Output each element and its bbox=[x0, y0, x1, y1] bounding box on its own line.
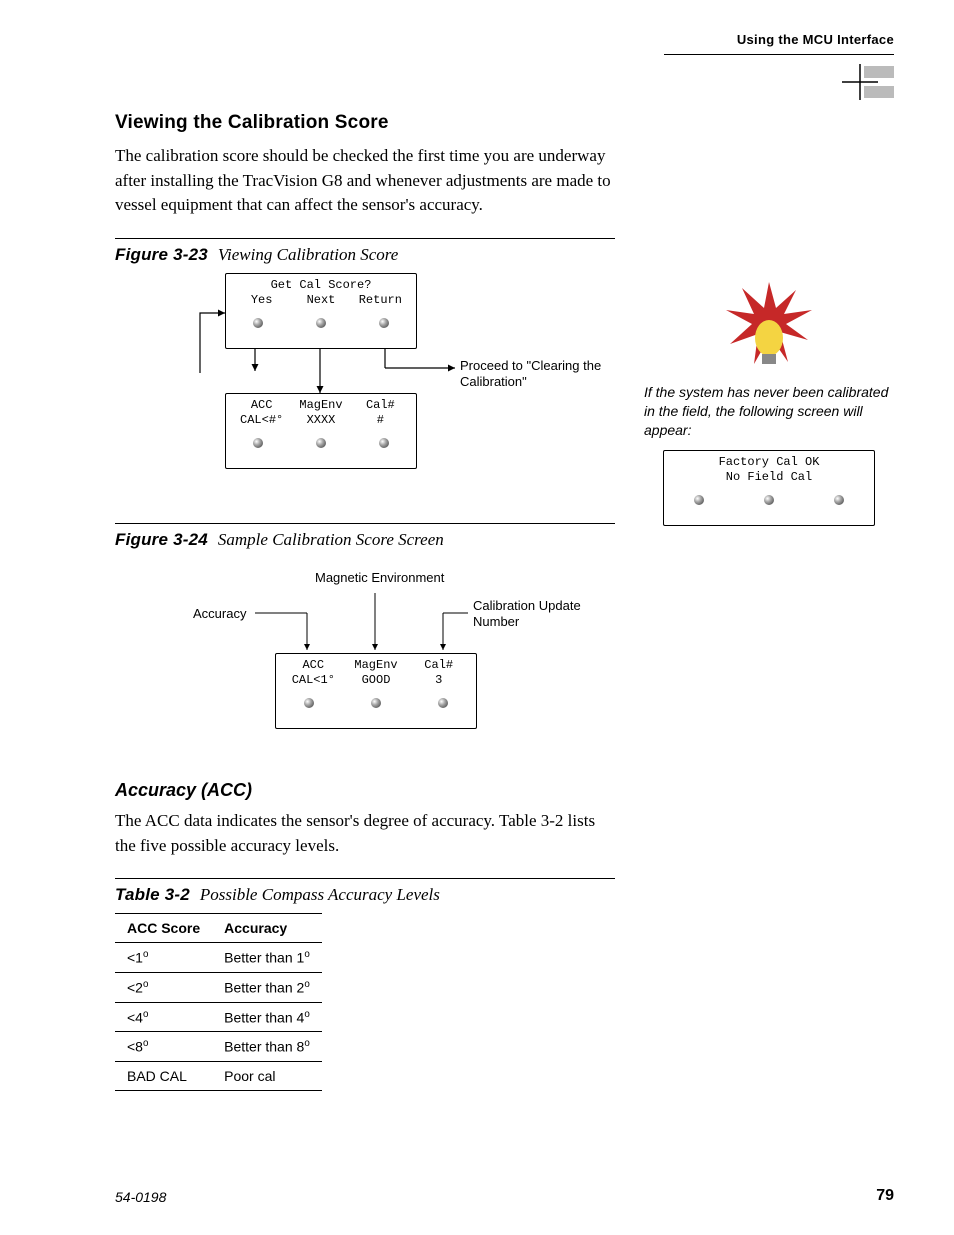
running-header: Using the MCU Interface bbox=[737, 32, 894, 47]
table-cell-score: <1o bbox=[115, 943, 212, 973]
lcd-text: Return bbox=[351, 293, 410, 308]
knob-icon bbox=[371, 698, 381, 708]
figure-24-caption: Figure 3-24 Sample Calibration Score Scr… bbox=[115, 530, 615, 550]
knob-icon bbox=[694, 495, 704, 505]
section-title: Viewing the Calibration Score bbox=[115, 112, 615, 134]
table-cell-accuracy: Better than 4o bbox=[212, 1002, 322, 1032]
lcd-text: Cal# bbox=[407, 658, 470, 673]
table-cell-score: <8o bbox=[115, 1032, 212, 1062]
footer-page: 79 bbox=[876, 1187, 894, 1205]
footer-docnum: 54-0198 bbox=[115, 1189, 166, 1205]
accuracy-heading: Accuracy (ACC) bbox=[115, 780, 615, 801]
lcd-text: CAL<1° bbox=[282, 673, 345, 688]
table-cell-accuracy: Better than 2o bbox=[212, 972, 322, 1002]
sidebar-tip: If the system has never been calibrated … bbox=[644, 280, 894, 526]
table-32-rule bbox=[115, 878, 615, 879]
accuracy-paragraph: The ACC data indicates the sensor's degr… bbox=[115, 809, 615, 858]
knob-icon bbox=[764, 495, 774, 505]
figure-23-title: Viewing Calibration Score bbox=[218, 245, 398, 264]
table-cell-score: <2o bbox=[115, 972, 212, 1002]
table-cell-score: <4o bbox=[115, 1002, 212, 1032]
figure-24-label-calnum: Calibration Update Number bbox=[473, 598, 603, 631]
table-row: <1oBetter than 1o bbox=[115, 943, 322, 973]
lcd-text: MagEnv bbox=[291, 398, 350, 413]
lcd-module-factory: Factory Cal OK No Field Cal bbox=[663, 450, 875, 526]
lcd-module-sample: ACC MagEnv Cal# CAL<1° GOOD 3 bbox=[275, 653, 477, 729]
figure-23: Get Cal Score? Yes Next Return bbox=[135, 273, 615, 503]
figure-23-caption: Figure 3-23 Viewing Calibration Score bbox=[115, 245, 615, 265]
lcd-text: Next bbox=[291, 293, 350, 308]
table-32-caption: Table 3-2 Possible Compass Accuracy Leve… bbox=[115, 885, 615, 905]
running-header-rule bbox=[664, 54, 894, 55]
table-row: BAD CALPoor cal bbox=[115, 1061, 322, 1090]
table-row: <4oBetter than 4o bbox=[115, 1002, 322, 1032]
figure-24-label-magenv: Magnetic Environment bbox=[315, 570, 444, 586]
lcd-text: No Field Cal bbox=[670, 470, 868, 485]
knob-icon bbox=[834, 495, 844, 505]
figure-24-label-accuracy: Accuracy bbox=[193, 606, 246, 622]
knob-icon bbox=[379, 318, 389, 328]
figure-23-label: Figure 3-23 bbox=[115, 245, 208, 264]
table-header-row: ACC Score Accuracy bbox=[115, 914, 322, 943]
lcd-module-bottom: ACC MagEnv Cal# CAL<#° XXXX # bbox=[225, 393, 417, 469]
figure-24: Accuracy Magnetic Environment Calibratio… bbox=[135, 558, 615, 758]
table-cell-score: BAD CAL bbox=[115, 1061, 212, 1090]
knob-icon bbox=[316, 318, 326, 328]
figure-24-rule bbox=[115, 523, 615, 524]
accuracy-table: ACC Score Accuracy <1oBetter than 1o<2oB… bbox=[115, 913, 322, 1091]
knob-icon bbox=[253, 318, 263, 328]
lcd-text: Get Cal Score? bbox=[232, 278, 410, 293]
figure-24-label-calnum-l2: Number bbox=[473, 614, 519, 629]
lcd-text: ACC bbox=[282, 658, 345, 673]
table-32-label: Table 3-2 bbox=[115, 885, 190, 904]
lcd-module-top: Get Cal Score? Yes Next Return bbox=[225, 273, 417, 349]
table-row: <2oBetter than 2o bbox=[115, 972, 322, 1002]
lcd-text: 3 bbox=[407, 673, 470, 688]
table-cell-accuracy: Poor cal bbox=[212, 1061, 322, 1090]
table-col-score: ACC Score bbox=[115, 914, 212, 943]
lcd-text: Yes bbox=[232, 293, 291, 308]
lcd-text: Factory Cal OK bbox=[670, 455, 868, 470]
figure-24-label: Figure 3-24 bbox=[115, 530, 208, 549]
table-row: <8oBetter than 8o bbox=[115, 1032, 322, 1062]
figure-23-annotation: Proceed to "Clearing the Calibration" bbox=[460, 358, 610, 391]
table-col-accuracy: Accuracy bbox=[212, 914, 322, 943]
tip-text: If the system has never been calibrated … bbox=[644, 383, 894, 440]
knob-icon bbox=[316, 438, 326, 448]
lcd-text: GOOD bbox=[345, 673, 408, 688]
lcd-text: Cal# bbox=[351, 398, 410, 413]
tip-burst-icon bbox=[724, 280, 814, 375]
figure-24-label-calnum-l1: Calibration Update bbox=[473, 598, 581, 613]
lcd-text: CAL<#° bbox=[232, 413, 291, 428]
lcd-text: ACC bbox=[232, 398, 291, 413]
table-cell-accuracy: Better than 8o bbox=[212, 1032, 322, 1062]
lcd-text: MagEnv bbox=[345, 658, 408, 673]
knob-icon bbox=[304, 698, 314, 708]
figure-23-rule bbox=[115, 238, 615, 239]
table-cell-accuracy: Better than 1o bbox=[212, 943, 322, 973]
section-paragraph: The calibration score should be checked … bbox=[115, 144, 615, 218]
lcd-text: XXXX bbox=[291, 413, 350, 428]
registration-mark bbox=[842, 62, 902, 102]
knob-icon bbox=[438, 698, 448, 708]
knob-icon bbox=[253, 438, 263, 448]
knob-icon bbox=[379, 438, 389, 448]
lcd-text: # bbox=[351, 413, 410, 428]
table-32-title: Possible Compass Accuracy Levels bbox=[200, 885, 440, 904]
figure-24-title: Sample Calibration Score Screen bbox=[218, 530, 444, 549]
